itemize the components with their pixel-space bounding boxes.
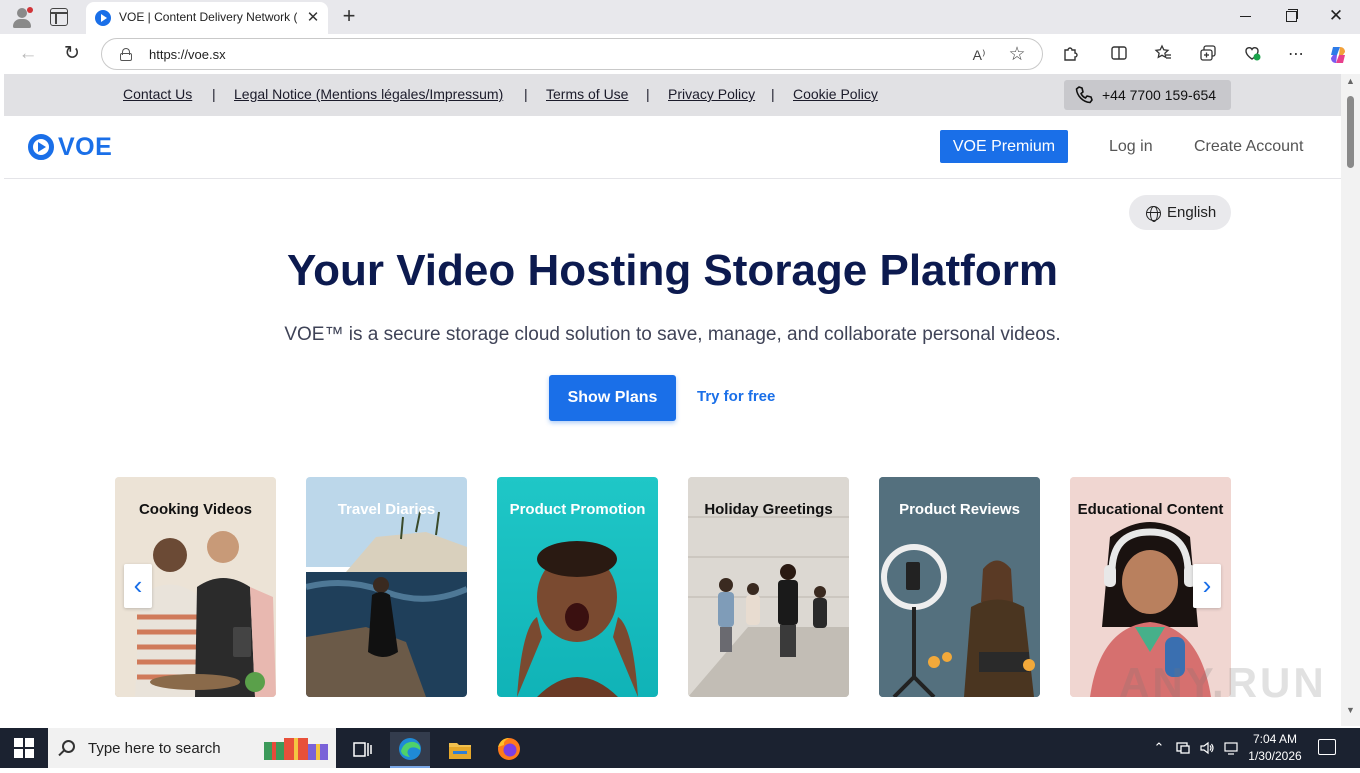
read-aloud-icon[interactable]: A⁾ (968, 44, 990, 66)
copilot-icon[interactable] (1327, 44, 1349, 66)
tray-volume-icon[interactable] (1199, 740, 1215, 756)
profile-icon[interactable] (10, 5, 34, 29)
search-icon (62, 740, 75, 753)
window-minimize-button[interactable] (1236, 6, 1256, 26)
scroll-down-arrow-icon[interactable]: ▼ (1345, 706, 1356, 715)
back-arrow-icon[interactable]: ← (16, 42, 40, 66)
browser-essentials-icon[interactable] (1241, 44, 1263, 66)
create-account-link[interactable]: Create Account (1194, 138, 1303, 156)
separator: | (646, 86, 650, 102)
extensions-puzzle-icon[interactable] (1060, 44, 1082, 66)
clock-date: 1/30/2026 (1248, 749, 1302, 763)
category-label: Educational Content (1077, 501, 1224, 518)
more-options-icon[interactable]: ⋯ (1285, 44, 1307, 66)
category-card-product-reviews[interactable]: Product Reviews (879, 477, 1040, 697)
voe-premium-button[interactable]: VOE Premium (940, 130, 1068, 163)
separator: | (212, 86, 216, 102)
category-label: Holiday Greetings (704, 501, 833, 518)
category-card-holiday[interactable]: Holiday Greetings (688, 477, 849, 697)
search-highlight-gifts-icon (264, 738, 328, 760)
language-label: English (1167, 204, 1217, 221)
voe-play-logo-icon (28, 134, 54, 160)
reload-icon[interactable]: ↻ (60, 42, 84, 66)
tray-network-icon[interactable] (1175, 740, 1191, 756)
category-label: Product Promotion (509, 501, 646, 518)
category-card-product-promotion[interactable]: Product Promotion (497, 477, 658, 697)
new-tab-button[interactable]: + (338, 4, 360, 28)
browser-tabstrip: VOE | Content Delivery Network (CDN) ✕ +… (0, 0, 1360, 34)
voe-logo[interactable]: VOE (28, 133, 118, 163)
tray-input-icon[interactable] (1223, 740, 1239, 756)
windows-start-icon[interactable] (14, 738, 34, 758)
cookie-policy-link[interactable]: Cookie Policy (793, 86, 878, 102)
contact-us-link[interactable]: Contact Us (123, 86, 192, 102)
logo-text: VOE (58, 133, 113, 161)
edge-taskbar-icon[interactable] (390, 732, 430, 768)
scroll-up-arrow-icon[interactable]: ▲ (1345, 77, 1356, 86)
web-page: Contact Us | Legal Notice (Mentions léga… (4, 74, 1341, 726)
globe-icon (1146, 206, 1161, 222)
hero-subtitle: VOE™ is a secure storage cloud solution … (284, 324, 1061, 345)
terms-of-use-link[interactable]: Terms of Use (546, 86, 628, 102)
utility-topbar: Contact Us | Legal Notice (Mentions léga… (4, 74, 1341, 116)
firefox-icon[interactable] (489, 732, 529, 768)
collections-icon[interactable] (1197, 44, 1219, 66)
address-url[interactable]: https://voe.sx (149, 47, 226, 62)
tab-title: VOE | Content Delivery Network (CDN) (119, 10, 297, 24)
login-link[interactable]: Log in (1109, 138, 1153, 156)
tab-close-icon[interactable]: ✕ (303, 8, 323, 28)
notification-center-icon[interactable] (1318, 739, 1336, 755)
category-card-travel[interactable]: Travel Diaries (306, 477, 467, 697)
category-label: Product Reviews (899, 501, 1020, 518)
phone-contact[interactable]: +44 7700 159-654 (1064, 80, 1231, 110)
favorite-star-icon[interactable]: ☆ (1006, 44, 1028, 66)
legal-notice-link[interactable]: Legal Notice (Mentions légales/Impressum… (234, 86, 503, 102)
language-selector[interactable]: English (1129, 195, 1231, 230)
site-header: VOE VOE Premium Log in Create Account (4, 116, 1341, 179)
tray-chevron-up-icon[interactable]: ⌃ (1151, 740, 1167, 756)
site-info-lock-icon[interactable] (120, 48, 132, 61)
taskbar-search[interactable]: Type here to search (48, 728, 336, 768)
watermark: ANY.RUN (1119, 659, 1327, 706)
category-label: Travel Diaries (337, 501, 436, 518)
tab-actions-icon[interactable] (50, 8, 68, 26)
carousel-prev-chevron-icon[interactable]: ‹ (124, 564, 152, 608)
address-bar[interactable]: https://voe.sx A⁾ ☆ (101, 38, 1043, 70)
phone-number: +44 7700 159-654 (1102, 87, 1217, 103)
file-explorer-icon[interactable] (440, 732, 480, 768)
windows-taskbar: Type here to search ⌃ 7:04 AM 1/30/2026 (0, 728, 1360, 768)
separator: | (524, 86, 528, 102)
carousel-next-chevron-icon[interactable]: › (1193, 564, 1221, 608)
show-plans-button[interactable]: Show Plans (549, 375, 676, 421)
privacy-policy-link[interactable]: Privacy Policy (668, 86, 755, 102)
taskbar-clock[interactable]: 7:04 AM 1/30/2026 (1245, 731, 1305, 765)
category-label: Cooking Videos (138, 501, 253, 518)
scrollbar-thumb[interactable] (1347, 96, 1354, 168)
split-screen-icon[interactable] (1108, 44, 1130, 66)
try-for-free-link[interactable]: Try for free (697, 388, 775, 405)
task-view-icon[interactable] (342, 732, 382, 768)
browser-tab[interactable]: VOE | Content Delivery Network (CDN) ✕ (86, 2, 328, 34)
separator: | (771, 86, 775, 102)
browser-toolbar: ← ↻ https://voe.sx A⁾ ☆ ⋯ (0, 34, 1360, 74)
page-scrollbar[interactable]: ▲ ▼ (1341, 74, 1360, 726)
voe-favicon-icon (95, 10, 111, 26)
taskbar-search-placeholder: Type here to search (88, 740, 221, 757)
window-restore-button[interactable] (1281, 6, 1301, 26)
clock-time: 7:04 AM (1252, 732, 1298, 746)
window-close-button[interactable]: ✕ (1326, 6, 1346, 26)
phone-icon (1074, 85, 1094, 105)
hero-title: Your Video Hosting Storage Platform (287, 246, 1058, 295)
favorites-icon[interactable] (1152, 44, 1174, 66)
